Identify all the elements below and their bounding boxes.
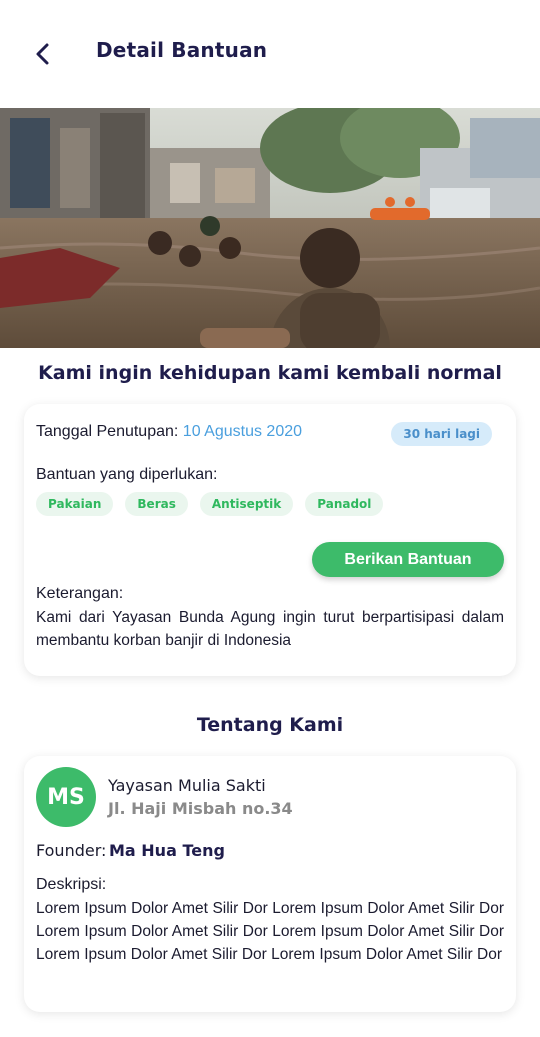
closing-date-label: Tanggal Penutupan:	[36, 423, 179, 440]
closing-date-row: Tanggal Penutupan: 10 Agustus 2020	[36, 423, 302, 441]
chevron-left-icon	[36, 43, 49, 65]
back-button[interactable]	[28, 38, 58, 70]
closing-date-value: 10 Agustus 2020	[182, 423, 303, 440]
needs-tag: Panadol	[305, 492, 384, 516]
description-text: Lorem Ipsum Dolor Amet Silir Dor Lorem I…	[36, 900, 504, 963]
notes-label: Keterangan:	[36, 585, 124, 602]
campaign-detail-card: Tanggal Penutupan: 10 Agustus 2020 30 ha…	[24, 404, 516, 676]
give-help-button[interactable]: Berikan Bantuan	[312, 542, 504, 577]
organization-name: Yayasan Mulia Sakti	[108, 776, 266, 795]
needs-tag: Beras	[125, 492, 188, 516]
organization-address: Jl. Haji Misbah no.34	[108, 799, 293, 818]
organization-card: MS Yayasan Mulia Sakti Jl. Haji Misbah n…	[24, 756, 516, 1012]
needs-tag: Pakaian	[36, 492, 114, 516]
description-label: Deskripsi:	[36, 876, 107, 893]
campaign-title: Kami ingin kehidupan kami kembali normal	[38, 362, 502, 384]
notes-text: Kami dari Yayasan Bunda Agung ingin turu…	[36, 609, 504, 649]
about-section-title: Tentang Kami	[196, 714, 344, 736]
founder-name: Ma Hua Teng	[109, 841, 225, 860]
campaign-hero-image	[0, 108, 540, 348]
days-left-badge: 30 hari lagi	[391, 422, 492, 446]
founder-label: Founder:	[36, 841, 107, 860]
needs-label: Bantuan yang diperlukan:	[36, 466, 218, 483]
page-title: Detail Bantuan	[96, 38, 268, 62]
needs-tag-list: Pakaian Beras Antiseptik Panadol	[36, 492, 384, 516]
avatar: MS	[36, 767, 96, 827]
app-bar: Detail Bantuan	[0, 0, 540, 108]
needs-tag: Antiseptik	[199, 492, 294, 516]
